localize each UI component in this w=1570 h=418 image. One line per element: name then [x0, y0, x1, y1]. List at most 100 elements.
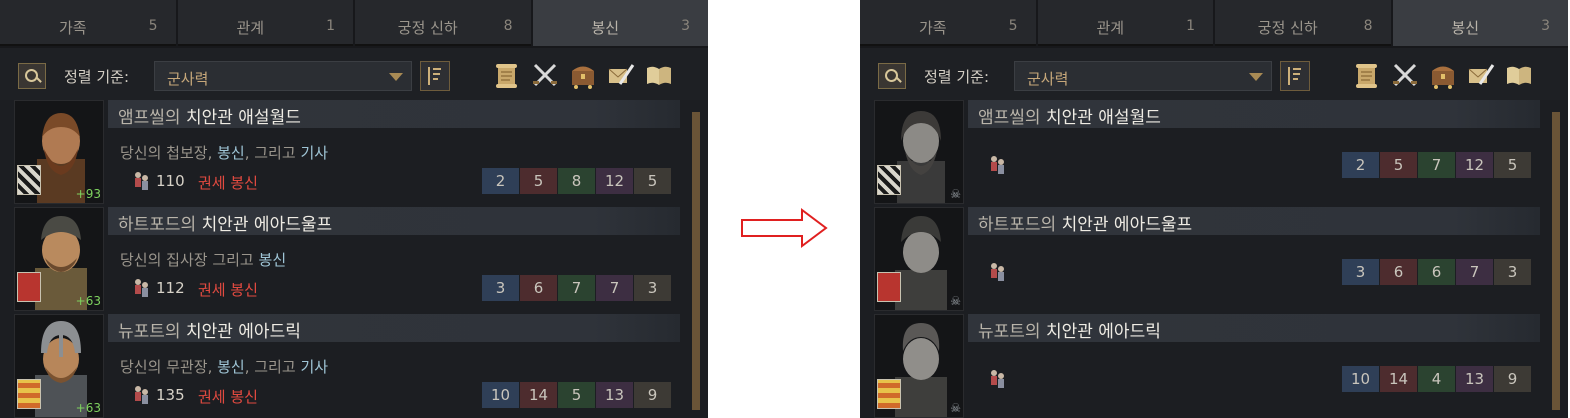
tab-family[interactable]: 가족 5 [0, 0, 176, 46]
skill-martial[interactable]: 6 [1380, 259, 1417, 285]
skill-diplomacy[interactable]: 10 [1342, 366, 1379, 392]
skill-learning[interactable]: 9 [634, 382, 671, 408]
skill-stewardship[interactable]: 4 [1418, 366, 1455, 392]
tab-courtiers[interactable]: 궁정 신하 8 [1215, 0, 1391, 46]
chest-icon[interactable] [568, 60, 598, 90]
sort-direction-icon[interactable] [1280, 61, 1310, 91]
tab-vassals[interactable]: 봉신 3 [532, 0, 708, 46]
skill-diplomacy[interactable]: 10 [482, 382, 519, 408]
scroll-icon[interactable] [1352, 60, 1382, 90]
skill-martial[interactable]: 5 [1380, 152, 1417, 178]
skill-diplomacy[interactable]: 3 [1342, 259, 1379, 285]
sort-dropdown[interactable]: 군사력 [1014, 61, 1272, 91]
search-icon[interactable] [878, 63, 906, 89]
tab-relations[interactable]: 관계 1 [1037, 0, 1213, 46]
skill-stewardship[interactable]: 6 [1418, 259, 1455, 285]
sort-label: 정렬 기준: [924, 68, 990, 86]
skill-stewardship[interactable]: 5 [558, 382, 595, 408]
tab-count: 5 [148, 18, 158, 34]
vassal-row[interactable]: ☠ 뉴포트의 치안관 에아드릭 10 14 4 13 9 [860, 314, 1550, 418]
vassal-row[interactable]: +63 뉴포트의 치안관 에아드릭 당신의 무관장, 봉신, 그리고 기사 13… [0, 314, 690, 418]
skill-values: 36773 [482, 275, 672, 301]
skill-learning[interactable]: 5 [1494, 152, 1531, 178]
sort-value: 군사력 [167, 70, 209, 88]
skill-diplomacy[interactable]: 2 [1342, 152, 1379, 178]
role-link[interactable]: 봉신 [259, 251, 287, 269]
skill-martial[interactable]: 6 [520, 275, 557, 301]
scroll-icon[interactable] [492, 60, 522, 90]
chevron-down-icon [1249, 73, 1263, 81]
skill-martial[interactable]: 14 [520, 382, 557, 408]
skill-intrigue[interactable]: 13 [1456, 366, 1493, 392]
vassal-row[interactable]: ☠ 하트포드의 치안관 에아드울프 36673 [860, 207, 1550, 311]
quill-letter-icon[interactable] [1466, 60, 1496, 90]
tab-family[interactable]: 가족 5 [860, 0, 1036, 46]
scrollbar[interactable] [1552, 112, 1560, 410]
crossed-swords-icon[interactable] [1390, 60, 1420, 90]
vassal-name[interactable]: 하트포드의 치안관 에아드울프 [118, 210, 332, 235]
vassal-name[interactable]: 하트포드의 치안관 에아드울프 [978, 210, 1192, 235]
soldiers-icon [991, 156, 1004, 174]
vassal-row[interactable]: +63 하트포드의 치안관 에아드울프 당신의 집사장 그리고 봉신 112 권… [0, 207, 690, 311]
search-icon[interactable] [18, 63, 46, 89]
coat-of-arms-icon[interactable] [17, 379, 41, 409]
vassal-title-prefix: 앰프씰의 [978, 108, 1046, 128]
skill-learning[interactable]: 3 [1494, 259, 1531, 285]
sort-direction-icon[interactable] [420, 61, 450, 91]
character-portrait[interactable]: +63 [14, 207, 104, 311]
tab-courtiers[interactable]: 궁정 신하 8 [355, 0, 531, 46]
crossed-swords-icon[interactable] [530, 60, 560, 90]
coat-of-arms-icon[interactable] [877, 272, 901, 302]
role-link[interactable]: 봉신 [217, 358, 245, 376]
skill-martial[interactable]: 5 [520, 168, 557, 194]
character-portrait[interactable]: ☠ [874, 100, 964, 204]
skill-learning[interactable]: 3 [634, 275, 671, 301]
skill-intrigue[interactable]: 12 [596, 168, 633, 194]
chest-icon[interactable] [1428, 60, 1458, 90]
vassal-name[interactable]: 뉴포트의 치안관 에아드릭 [978, 317, 1161, 342]
opinion-value: +63 [75, 294, 101, 308]
book-icon[interactable] [644, 60, 674, 90]
vassal-name[interactable]: 앰프씰의 치안관 애설월드 [978, 103, 1161, 128]
vassal-status[interactable]: 권세 봉신 [198, 386, 258, 407]
skill-intrigue[interactable]: 7 [1456, 259, 1493, 285]
book-icon[interactable] [1504, 60, 1534, 90]
character-portrait[interactable]: +93 [14, 100, 104, 204]
tab-label: 봉신 [591, 19, 620, 37]
skill-intrigue[interactable]: 12 [1456, 152, 1493, 178]
vassal-name[interactable]: 앰프씰의 치안관 애설월드 [118, 103, 301, 128]
quill-letter-icon[interactable] [606, 60, 636, 90]
role-link[interactable]: 봉신 [217, 144, 245, 162]
skill-stewardship[interactable]: 8 [558, 168, 595, 194]
skill-diplomacy[interactable]: 2 [482, 168, 519, 194]
vassal-name[interactable]: 뉴포트의 치안관 에아드릭 [118, 317, 301, 342]
skill-stewardship[interactable]: 7 [1418, 152, 1455, 178]
coat-of-arms-icon[interactable] [17, 165, 41, 195]
skill-stewardship[interactable]: 7 [558, 275, 595, 301]
coat-of-arms-icon[interactable] [877, 379, 901, 409]
role-link[interactable]: 기사 [300, 358, 328, 376]
character-portrait[interactable]: ☠ [874, 207, 964, 311]
skill-values: 2 5 8 12 5 [482, 168, 672, 194]
scrollbar[interactable] [692, 112, 700, 410]
scrollbar-thumb[interactable] [692, 112, 700, 410]
skill-intrigue[interactable]: 13 [596, 382, 633, 408]
skill-intrigue[interactable]: 7 [596, 275, 633, 301]
vassal-status[interactable]: 권세 봉신 [198, 279, 258, 300]
character-portrait[interactable]: ☠ [874, 314, 964, 418]
scrollbar-thumb[interactable] [1552, 112, 1560, 410]
coat-of-arms-icon[interactable] [17, 272, 41, 302]
skill-learning[interactable]: 9 [1494, 366, 1531, 392]
character-portrait[interactable]: +63 [14, 314, 104, 418]
skill-diplomacy[interactable]: 3 [482, 275, 519, 301]
role-link[interactable]: 기사 [300, 144, 328, 162]
tab-vassals[interactable]: 봉신 3 [1392, 0, 1568, 46]
coat-of-arms-icon[interactable] [877, 165, 901, 195]
skill-martial[interactable]: 14 [1380, 366, 1417, 392]
vassal-row[interactable]: ☠ 앰프씰의 치안관 애설월드 2 5 7 12 5 [860, 100, 1550, 204]
vassal-row[interactable]: +93 앰프씰의 치안관 애설월드 당신의 첩보장, 봉신, 그리고 기사 11… [0, 100, 690, 204]
skill-learning[interactable]: 5 [634, 168, 671, 194]
sort-dropdown[interactable]: 군사력 [154, 61, 412, 91]
vassal-status[interactable]: 권세 봉신 [198, 172, 258, 193]
tab-relations[interactable]: 관계 1 [177, 0, 353, 46]
